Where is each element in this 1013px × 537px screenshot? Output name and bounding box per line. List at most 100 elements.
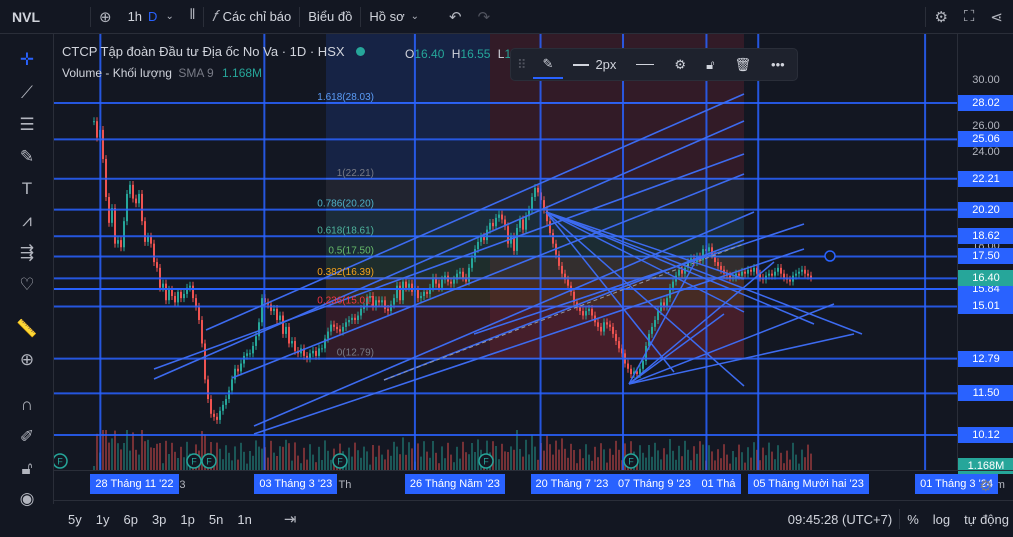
candle-body — [180, 291, 182, 299]
redo-button[interactable]: ↷ — [470, 0, 499, 34]
interval-selector[interactable]: 1h D ⌄ — [120, 0, 182, 34]
volume-bar — [687, 449, 689, 470]
lock-all-tool[interactable]: 🔓︎ — [0, 455, 54, 483]
auto-scale-button[interactable]: tự động — [957, 512, 1013, 527]
lock-drawings-tool[interactable]: ✐ — [0, 423, 54, 451]
magnet-tool[interactable]: ∩ — [0, 391, 54, 419]
line-width-icon — [573, 63, 590, 66]
volume-bar — [639, 445, 641, 470]
indicators-button[interactable]: 𝑓 Các chỉ báo — [204, 0, 299, 34]
drawing-settings-button[interactable]: ⚙ — [664, 57, 696, 73]
text-tool[interactable]: T — [0, 175, 54, 203]
candle-body — [156, 262, 158, 268]
range-button-6p[interactable]: 6p — [116, 512, 144, 527]
volume-bar — [450, 454, 452, 470]
candle-body — [120, 240, 122, 248]
line-width-button[interactable]: 2px — [563, 57, 626, 72]
volume-bar — [312, 454, 314, 470]
volume-bar — [459, 458, 461, 470]
range-button-5y[interactable]: 5y — [61, 512, 89, 527]
delete-drawing-button[interactable]: 🗑︎ — [725, 57, 762, 73]
volume-bar — [765, 455, 767, 470]
volume-bar — [726, 454, 728, 470]
volume-bar — [807, 444, 809, 470]
more-options-button[interactable]: ••• — [761, 57, 795, 72]
range-button-1n[interactable]: 1n — [230, 512, 258, 527]
crosshair-tool[interactable]: ✛ — [0, 46, 54, 74]
dividend-event-marker[interactable]: F — [332, 453, 348, 469]
time-line-label: 28 Tháng 11 '22 — [90, 474, 179, 494]
volume-bar — [351, 456, 353, 470]
volume-bar — [513, 449, 515, 470]
settings-button[interactable]: ⚙ — [926, 0, 955, 34]
volume-bar — [378, 445, 380, 470]
dividend-event-marker[interactable]: F — [478, 453, 494, 469]
log-scale-button[interactable]: log — [926, 512, 957, 527]
drawing-properties-toolbar[interactable]: ⠿ ✎ 2px ⚙ 🔓︎ 🗑︎ ••• — [510, 48, 798, 81]
ruler-tool[interactable]: 📏 — [0, 315, 54, 343]
symbol-legend[interactable]: CTCP Tập đoàn Đầu tư Địa ốc No Va · 1D ·… — [62, 44, 366, 59]
brush-tool[interactable]: ✎ — [0, 143, 54, 171]
line-style-button[interactable] — [626, 64, 664, 65]
drag-handle[interactable]: ⠿ — [511, 57, 533, 73]
candle-body — [510, 236, 512, 244]
price-line-label: 18.62 — [958, 228, 1013, 245]
lock-drawing-button[interactable]: 🔓︎ — [696, 57, 724, 73]
volume-bar — [318, 446, 320, 470]
fib-tool[interactable]: ☰ — [0, 111, 54, 139]
candlestick-icon: 𝍪 — [189, 6, 195, 23]
chart-pane[interactable]: 1.618(28.03) 1(22.21) 0.786(20.20) 0.618(18… — [54, 34, 957, 470]
range-button-1p[interactable]: 1p — [173, 512, 201, 527]
pattern-tool[interactable]: ⩘ — [0, 207, 54, 235]
chart-type-button[interactable]: 𝍪 — [182, 0, 203, 34]
dividend-event-marker[interactable]: F — [186, 453, 202, 469]
share-button[interactable]: ⋖ — [982, 0, 1013, 34]
symbol-search-button[interactable]: NVL — [0, 0, 90, 34]
candle-body — [261, 298, 263, 323]
candle-body — [774, 271, 776, 276]
line-color-button[interactable]: ✎ — [532, 50, 564, 79]
volume-bar — [399, 454, 401, 470]
dividend-event-marker[interactable]: F — [54, 453, 68, 469]
fullscreen-button[interactable]: ⛶ — [956, 0, 983, 34]
hide-drawings-tool[interactable]: ◉ — [0, 485, 54, 513]
compare-add-button[interactable]: ⊕ — [91, 0, 120, 34]
price-line-label: 12.79 — [958, 350, 1013, 367]
prediction-tool[interactable]: ⇶ — [0, 239, 54, 267]
zoom-tool[interactable]: ⊕ — [0, 346, 54, 374]
volume-legend[interactable]: Volume - Khối lượng SMA 9 1.168M — [62, 66, 262, 80]
candle-body — [216, 416, 218, 420]
time-axis[interactable]: 2023ThTháng Năm28 Tháng 11 '2203 Tháng 3… — [54, 470, 1013, 500]
candle-body — [681, 269, 683, 274]
volume-bar — [696, 453, 698, 470]
drawing-handle[interactable] — [824, 250, 836, 262]
percent-scale-button[interactable]: % — [900, 512, 926, 527]
goto-date-button[interactable]: ⇥ — [277, 510, 304, 528]
trend-line-tool[interactable]: ⟋ — [0, 79, 54, 107]
time-line-label: 03 Tháng 3 '23 — [254, 474, 338, 494]
top-toolbar: NVL ⊕ 1h D ⌄ 𝍪 𝑓 Các chỉ báo Biểu đồ Hồ … — [0, 0, 1013, 34]
candle-body — [666, 298, 668, 307]
candle-body — [327, 331, 329, 339]
candle-body — [228, 390, 230, 400]
favorites-tool[interactable]: ♡ — [0, 271, 54, 299]
gear-icon: ⚙ — [674, 56, 687, 72]
profile-menu-button[interactable]: Hồ sơ ⌄ — [361, 0, 427, 34]
magnet-icon: ∩ — [20, 395, 34, 414]
chart-canvas[interactable]: 1.618(28.03) 1(22.21) 0.786(20.20) 0.618(18… — [54, 34, 957, 470]
clock[interactable]: 09:45:28 (UTC+7) — [781, 512, 899, 527]
range-button-1y[interactable]: 1y — [89, 512, 117, 527]
range-button-3p[interactable]: 3p — [145, 512, 173, 527]
dividend-event-marker[interactable]: F — [623, 453, 639, 469]
volume-bar — [228, 452, 230, 470]
volume-bar — [678, 445, 680, 470]
zoom-in-icon: ⊕ — [19, 350, 35, 369]
candle-body — [237, 368, 239, 372]
undo-button[interactable]: ↶ — [441, 0, 470, 34]
chart-menu-button[interactable]: Biểu đồ — [300, 0, 360, 34]
axis-settings-button[interactable]: ⚙ — [979, 477, 992, 495]
dividend-event-marker[interactable]: F — [201, 453, 217, 469]
price-scale[interactable]: 30.00 26.00 24.00 18.00 28.02 25.06 22.21 20.2… — [957, 34, 1013, 474]
range-button-5n[interactable]: 5n — [202, 512, 230, 527]
profile-label: Hồ sơ — [369, 9, 405, 24]
